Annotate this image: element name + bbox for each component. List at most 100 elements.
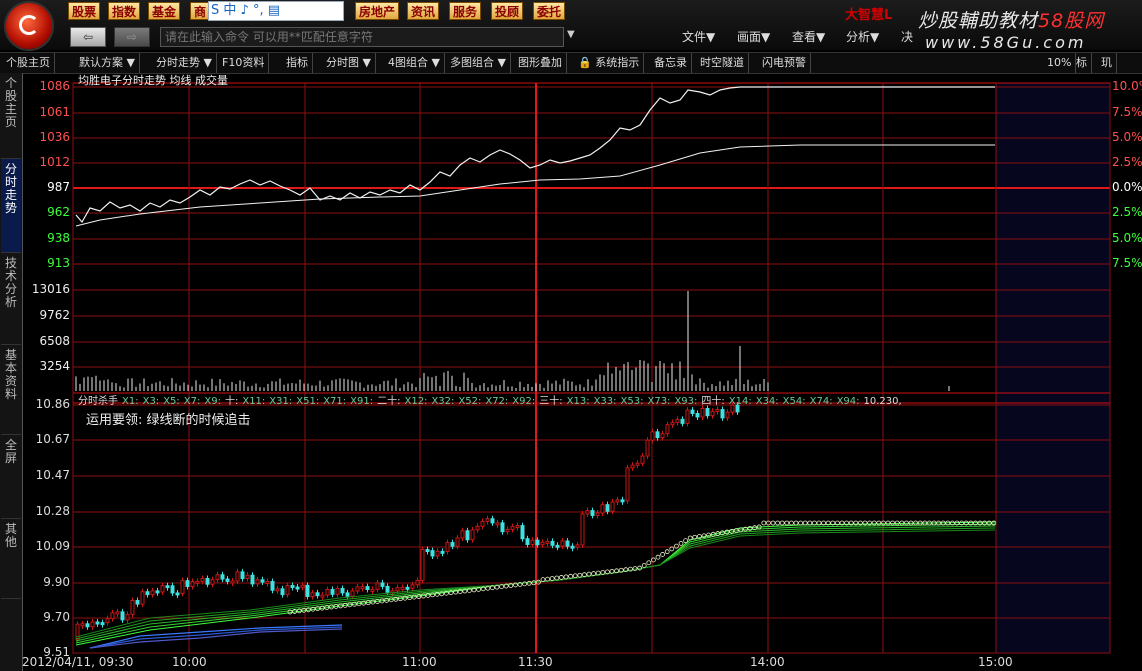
signal-dot — [761, 520, 767, 526]
candlestick — [400, 586, 405, 590]
percent-axis-label: 10.0% — [1112, 79, 1142, 93]
signal-dot — [522, 581, 527, 587]
signal-dot — [660, 552, 665, 557]
indicator-item: X7: — [183, 396, 201, 407]
chart-frame — [72, 82, 1111, 654]
candlestick — [170, 585, 175, 594]
candlestick — [240, 571, 245, 579]
candlestick — [320, 594, 325, 598]
price-axis-label: 1036 — [39, 130, 70, 144]
candlestick — [675, 418, 680, 424]
signal-dot — [646, 560, 652, 566]
candlestick — [270, 580, 275, 591]
percent-axis-label: 7.5% — [1112, 105, 1142, 119]
candlestick — [285, 584, 290, 596]
candlestick — [685, 409, 690, 424]
candlestick — [465, 530, 470, 541]
price-axis-label: 1061 — [39, 105, 70, 119]
candlestick — [510, 526, 515, 530]
candlestick — [300, 584, 305, 588]
signal-dot — [789, 520, 794, 526]
candlestick — [540, 541, 545, 546]
indicator-axis-label: 9.70 — [43, 610, 70, 624]
indicator-item: X9: — [204, 396, 221, 407]
candlestick — [85, 623, 90, 628]
volume-axis-label: 9762 — [39, 308, 70, 322]
candlestick — [620, 499, 625, 503]
candlestick — [180, 580, 185, 594]
candlestick — [175, 592, 180, 596]
indicator-item: X32: — [431, 396, 455, 407]
candlestick — [570, 545, 575, 549]
candlestick — [330, 588, 335, 595]
candlestick — [550, 540, 555, 546]
indicator-item: X52: — [458, 396, 482, 407]
indicator-axis-label: 10.67 — [35, 432, 70, 446]
candlestick — [650, 431, 655, 441]
candlestick — [365, 586, 370, 590]
signal-dot — [577, 572, 583, 578]
candlestick — [265, 580, 270, 584]
signal-dot — [770, 520, 776, 526]
candlestick — [535, 539, 540, 546]
candlestick — [595, 512, 600, 516]
percent-axis-label: 2.5% — [1112, 155, 1142, 169]
price-axis-label: 962 — [47, 205, 70, 219]
candlestick — [605, 504, 610, 512]
candlestick — [275, 588, 280, 592]
candlestick — [435, 550, 440, 557]
candlestick — [585, 510, 590, 515]
volume-axis-label: 3254 — [39, 359, 70, 373]
candlestick — [455, 537, 460, 547]
indicator-axis-label: 10.09 — [35, 539, 70, 553]
candlestick — [200, 577, 205, 582]
signal-dot — [779, 520, 785, 526]
candlestick — [575, 544, 580, 548]
signal-dot — [793, 520, 799, 526]
indicator-item: 二十: — [377, 396, 401, 407]
candlestick — [165, 585, 170, 589]
signal-dot — [775, 520, 780, 526]
candlestick — [425, 549, 430, 553]
indicator-item: 10.230, — [863, 396, 902, 407]
usage-hint: 运用要领: 绿线断的时候追击 — [86, 413, 251, 428]
candlestick — [445, 542, 450, 552]
indicator-item: X92: — [512, 396, 536, 407]
candlestick — [440, 550, 445, 554]
percent-axis-label: 7.5% — [1112, 256, 1142, 270]
signal-dot — [582, 572, 587, 578]
candlestick — [280, 588, 285, 596]
indicator-item: X93: — [674, 396, 698, 407]
candlestick — [410, 584, 415, 589]
candlestick — [150, 590, 155, 596]
time-axis-label: 14:00 — [750, 655, 785, 669]
candlestick — [645, 439, 650, 457]
candlestick — [375, 582, 380, 590]
signal-dot — [563, 574, 569, 580]
candlestick — [100, 622, 105, 626]
candlestick — [615, 499, 620, 503]
indicator-axis-label: 10.47 — [35, 468, 70, 482]
candlestick — [205, 577, 210, 585]
indicator-item: X94: — [836, 396, 860, 407]
candlestick — [225, 578, 230, 582]
candlestick — [415, 579, 420, 586]
signal-dot — [701, 533, 707, 539]
candlestick — [315, 592, 320, 597]
candlestick — [120, 611, 125, 621]
candlestick — [520, 525, 525, 540]
signal-dot — [568, 573, 573, 579]
volume-axis-label: 6508 — [39, 334, 70, 348]
indicator-item: X74: — [809, 396, 833, 407]
candlestick — [110, 612, 115, 620]
candlestick — [395, 587, 400, 592]
candlestick — [490, 518, 495, 524]
indicator-item: X73: — [647, 396, 671, 407]
indicator-item: 十: — [224, 396, 239, 407]
candlestick — [515, 525, 520, 529]
signal-dot — [669, 546, 675, 552]
intraday-chart — [72, 82, 1111, 654]
candlestick — [710, 410, 715, 417]
candlestick — [115, 611, 120, 615]
indicator-item: 分时杀手 — [78, 396, 118, 407]
